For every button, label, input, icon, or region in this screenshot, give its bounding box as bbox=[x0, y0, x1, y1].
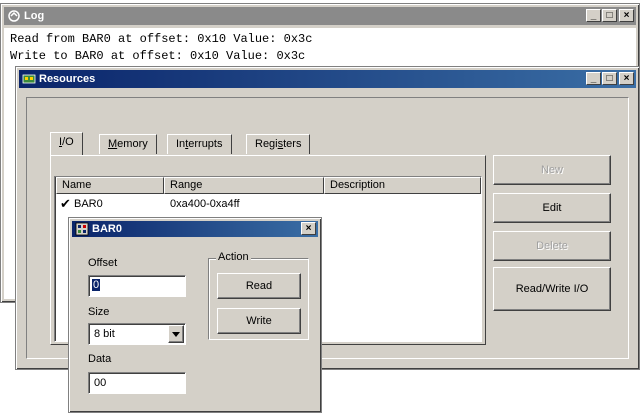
log-app-icon bbox=[8, 10, 20, 22]
table-row[interactable]: ✔ BAR0 0xa400-0xa4ff bbox=[56, 196, 480, 212]
tab-io-label: /O bbox=[62, 136, 74, 148]
edit-button[interactable]: Edit bbox=[493, 193, 611, 223]
chevron-down-icon[interactable] bbox=[168, 325, 184, 343]
bar-dialog-title: BAR0 bbox=[92, 223, 122, 235]
close-button[interactable]: × bbox=[619, 9, 634, 22]
minimize-button[interactable]: _ bbox=[586, 72, 601, 85]
resources-app-icon bbox=[22, 74, 36, 84]
bar-dialog-titlebar[interactable]: BAR0 × bbox=[72, 221, 318, 237]
close-icon: × bbox=[305, 222, 312, 234]
log-titlebar[interactable]: Log _ □ × bbox=[4, 7, 636, 25]
bar-dialog: BAR0 × Offset 0 Size 8 bit Data 00 Actio… bbox=[68, 217, 322, 413]
offset-value: 0 bbox=[92, 279, 101, 291]
close-icon: × bbox=[623, 72, 630, 84]
offset-field[interactable]: 0 bbox=[88, 275, 186, 297]
dropdown-arrow bbox=[172, 331, 180, 337]
row-range: 0xa400-0xa4ff bbox=[170, 198, 240, 210]
size-value: 8 bit bbox=[94, 328, 115, 340]
close-button[interactable]: × bbox=[301, 222, 316, 235]
tab-registers-label-a: Regi bbox=[255, 138, 278, 150]
read-button[interactable]: Read bbox=[217, 273, 301, 299]
column-header-name[interactable]: Name bbox=[56, 177, 164, 194]
read-write-io-button[interactable]: Read/Write I/O bbox=[493, 267, 611, 311]
tab-io[interactable]: I/O bbox=[50, 132, 83, 155]
delete-button[interactable]: Delete bbox=[493, 231, 611, 261]
maximize-button[interactable]: □ bbox=[602, 9, 617, 22]
write-button[interactable]: Write bbox=[217, 308, 301, 334]
minimize-button[interactable]: _ bbox=[586, 9, 601, 22]
checkmark-icon: ✔ bbox=[60, 196, 71, 211]
offset-label: Offset bbox=[88, 257, 118, 269]
column-header-range[interactable]: Range bbox=[164, 177, 324, 194]
data-field[interactable]: 00 bbox=[88, 372, 186, 394]
tab-interrupts-label-a: In bbox=[176, 138, 186, 150]
action-label: Action bbox=[216, 251, 251, 263]
size-select[interactable]: 8 bit bbox=[88, 323, 186, 345]
log-title: Log bbox=[24, 10, 45, 22]
bar-dialog-icon bbox=[75, 222, 89, 236]
data-label: Data bbox=[88, 353, 112, 365]
new-button[interactable]: New bbox=[493, 155, 611, 185]
maximize-icon: □ bbox=[606, 72, 613, 84]
minimize-icon: _ bbox=[590, 9, 597, 21]
close-icon: × bbox=[623, 9, 630, 21]
tab-memory[interactable]: Memory bbox=[99, 134, 157, 154]
maximize-button[interactable]: □ bbox=[602, 72, 617, 85]
resources-title: Resources bbox=[39, 73, 96, 85]
tab-registers[interactable]: Registers bbox=[246, 134, 311, 154]
data-value: 00 bbox=[94, 377, 107, 389]
tab-interrupts-label-b: errupts bbox=[188, 138, 223, 150]
column-header-description[interactable]: Description bbox=[324, 177, 481, 194]
tab-interrupts[interactable]: Interrupts bbox=[167, 134, 232, 154]
close-button[interactable]: × bbox=[619, 72, 634, 85]
maximize-icon: □ bbox=[606, 9, 613, 21]
tab-registers-label-b: ters bbox=[283, 138, 302, 150]
tab-memory-mnemonic: M bbox=[108, 138, 118, 150]
resources-titlebar[interactable]: Resources _ □ × bbox=[19, 70, 636, 88]
size-label: Size bbox=[88, 306, 110, 318]
row-name: BAR0 bbox=[74, 198, 103, 210]
minimize-icon: _ bbox=[590, 72, 597, 84]
log-line: Read from BAR0 at offset: 0x10 Value: 0x… bbox=[10, 32, 313, 46]
tab-memory-label: emory bbox=[117, 138, 148, 150]
log-line: Write to BAR0 at offset: 0x10 Value: 0x3… bbox=[10, 49, 306, 63]
